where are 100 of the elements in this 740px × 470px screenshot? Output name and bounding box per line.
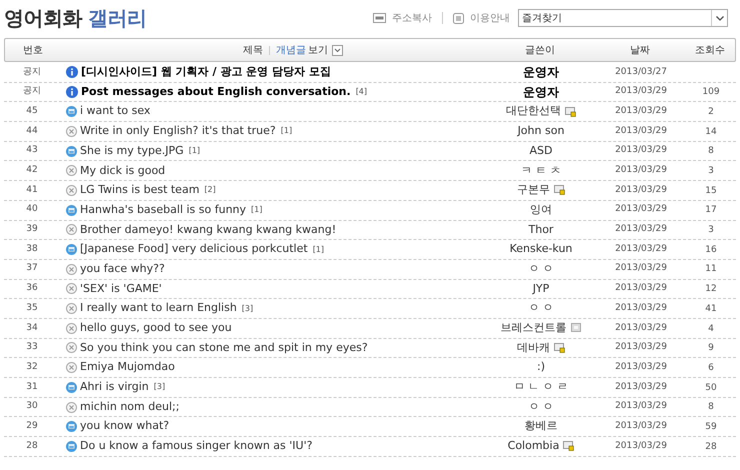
post-number: 33 [25,341,39,354]
view-count: 15 [705,186,717,196]
view-label: 보기 [308,44,328,58]
post-title[interactable]: I really want to learn English [80,300,237,317]
view-count: 11 [705,264,717,274]
post-title[interactable]: Write in only English? it's that true? [80,123,276,140]
post-number: 공지 [22,85,42,98]
copy-url-link[interactable]: 주소복사 [392,10,432,26]
post-title[interactable]: [디시인사이드] 웹 기획자 / 광고 운영 담당자 모집 [81,64,331,81]
post-icon [66,165,77,176]
post-title[interactable]: My dick is good [80,162,166,180]
post-date: 2013/03/29 [614,184,668,197]
post-date: 2013/03/29 [614,380,668,394]
post-writer: :) [537,359,545,376]
post-date: 2013/03/29 [614,282,668,296]
post-icon [66,184,77,196]
post-title[interactable]: Emiya Mujomdao [80,359,175,376]
post-icon [66,322,77,334]
post-date: 2013/03/29 [614,104,668,118]
post-number: 28 [25,440,39,453]
post-date: 2013/03/29 [614,262,668,276]
post-writer: ㅋ ㅌ ㅊ [521,162,561,179]
comment-count: [3] [154,381,166,394]
column-header: 날짜 [629,44,651,58]
view-count: 50 [705,382,717,393]
post-title[interactable]: She is my type.JPG [80,142,184,160]
post-title[interactable]: [Japanese Food] very delicious porkcutlet [80,241,308,258]
column-header: 글쓴이 [524,44,556,58]
favorites-select[interactable]: 즐겨찾기 [518,9,728,27]
post-title[interactable]: michin nom deul;; [80,398,180,416]
post-date: 2013/03/29 [614,164,668,178]
post-number: 38 [25,242,39,256]
post-writer: ㅇ ㅇ [528,398,554,415]
picture-post-icon [66,204,77,216]
view-count: 28 [705,442,717,452]
view-count: 9 [708,343,714,354]
post-number: 39 [25,223,39,236]
post-title[interactable]: Post messages about English conversation. [81,84,351,100]
post-title[interactable]: 'SEX' is 'GAME' [80,280,162,298]
gallery-title-accent: 갤러리 [88,5,146,32]
post-date: 2013/03/29 [614,341,668,354]
post-title[interactable]: you know what? [80,418,170,435]
view-count: 2 [708,106,714,117]
post-writer: ㅁ ㄴ ㅇ ㄹ [514,379,568,396]
post-date: 2013/03/29 [614,144,668,158]
post-writer: 브레스컨트롤 [500,320,566,336]
picture-post-icon [66,244,77,256]
post-number: 40 [25,203,39,216]
post-title[interactable]: Ahri is virgin [80,379,149,396]
comment-count: [1] [280,125,292,138]
post-writer: 데바캐 [517,340,550,356]
comment-count: [1] [251,204,262,216]
view-count: 3 [708,166,714,176]
post-number: 29 [25,420,39,433]
comment-count: [1] [312,244,324,256]
post-number: 44 [25,124,39,138]
post-writer: ㅇ ㅇ [528,300,554,316]
post-date: 2013/03/29 [614,242,668,256]
post-date: 2013/03/29 [614,420,668,433]
guide-icon [453,12,464,24]
comment-count: [4] [356,86,368,98]
gallery-title: 영어회화 [4,5,82,32]
view-count: 59 [705,422,717,432]
view-count: 8 [708,402,714,412]
post-writer: Kenske-kun [510,241,572,258]
post-writer: JYP [532,280,550,297]
post-date: 2013/03/29 [614,360,668,374]
view-count: 6 [708,362,714,373]
post-date: 2013/03/29 [614,440,668,453]
view-count: 16 [705,244,717,255]
post-title[interactable]: i want to sex [80,103,150,120]
post-writer: John son [518,123,564,140]
picture-post-icon [66,440,77,452]
post-number: 30 [25,400,39,414]
post-number: 31 [25,380,39,394]
post-date: 2013/03/29 [614,223,668,236]
post-title[interactable]: So you think you can stone me and spit in my eyes? [80,340,368,356]
post-title[interactable]: hello guys, good to see you [80,320,232,337]
comment-count: [3] [242,302,254,315]
post-date: 2013/03/29 [614,85,668,98]
column-header: 제목 [243,44,263,58]
post-writer: ㅇ ㅇ [528,260,554,277]
post-icon [66,126,77,137]
post-number: 45 [25,104,39,118]
post-date: 2013/03/29 [614,203,668,216]
post-title[interactable]: Hanwha's baseball is so funny [80,202,246,218]
post-writer: 구본무 [517,182,550,198]
dropdown-icon[interactable] [332,44,343,56]
post-writer: ASD [530,142,552,159]
view-count: 4 [708,324,714,334]
post-title[interactable]: LG Twins is best team [80,182,200,199]
concept-posts-link[interactable]: 개념글 [276,42,306,58]
guide-link[interactable]: 이용안내 [470,10,510,26]
view-count: 109 [702,87,720,98]
post-title[interactable]: Brother dameyo! kwang kwang kwang kwang! [80,222,336,238]
picture-post-icon [66,421,77,432]
post-title[interactable]: you face why?? [80,260,165,278]
post-title[interactable]: Do u know a famous singer known as 'IU'? [80,438,312,455]
post-writer: 대단한선택 [506,103,561,120]
post-writer: 운영자 [523,84,559,102]
